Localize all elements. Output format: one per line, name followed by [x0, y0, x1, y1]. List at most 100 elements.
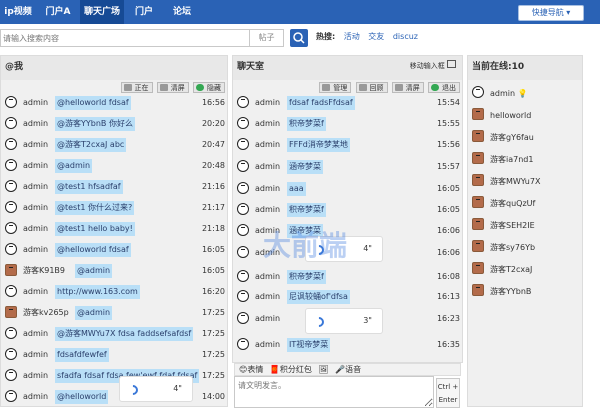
nav-item-portal[interactable]: 门户 [124, 0, 164, 24]
avatar[interactable] [5, 96, 17, 108]
user-name[interactable]: admin [255, 138, 280, 152]
online-user[interactable]: 游客MWYu7X [472, 172, 582, 192]
mentions-tool-hide[interactable]: 隐藏 [193, 82, 225, 93]
nav-item-chat-square[interactable]: 聊天广场 [80, 0, 124, 24]
hot-link-activity[interactable]: 活动 [344, 32, 360, 41]
avatar[interactable] [237, 270, 249, 282]
avatar[interactable] [237, 312, 249, 324]
avatar[interactable] [237, 338, 249, 350]
online-user[interactable]: 游客T2cxaJ [472, 260, 582, 280]
avatar[interactable] [5, 285, 17, 297]
chat-tool-review[interactable]: 回顾 [355, 82, 388, 93]
user-name[interactable]: admin [23, 285, 48, 299]
mentions-tool-clear[interactable]: 清屏 [156, 82, 189, 93]
avatar[interactable] [237, 290, 249, 302]
avatar[interactable] [5, 348, 17, 360]
online-user[interactable]: 游客quQzUf [472, 194, 582, 214]
avatar[interactable] [5, 117, 17, 129]
avatar[interactable] [5, 138, 17, 150]
avatar[interactable] [5, 159, 17, 171]
nav-item-forum[interactable]: 论坛 [164, 0, 200, 24]
online-user[interactable]: 游客SEH2IE [472, 216, 582, 236]
avatar[interactable] [5, 390, 17, 402]
mention-row: admin @游客YYbnB 你好么 20:20 [5, 117, 227, 131]
user-name[interactable]: 游客kv265p [23, 306, 69, 320]
chat-tool-exit[interactable]: 退出 [428, 82, 460, 93]
avatar[interactable] [237, 182, 249, 194]
avatar[interactable] [237, 203, 249, 215]
online-user[interactable]: 游客YYbnB [472, 282, 582, 302]
online-user[interactable]: 游客gY6fau [472, 128, 582, 148]
online-user[interactable]: admin 💡 [472, 84, 582, 104]
user-name[interactable]: admin [23, 348, 48, 362]
online-user[interactable]: 游客ia7nd1 [472, 150, 582, 170]
mention-row: admin @helloworld fdsaf 16:05 [5, 243, 227, 257]
quick-nav-button[interactable]: 快捷导航 ▾ [518, 5, 584, 21]
chat-voice-message-2[interactable]: 3" [305, 308, 383, 334]
user-name[interactable]: admin [23, 138, 48, 152]
user-name[interactable]: admin [23, 96, 48, 110]
voice-button[interactable]: 🎤语音 [335, 365, 361, 374]
avatar[interactable] [237, 138, 249, 150]
user-name[interactable]: admin [255, 96, 280, 110]
message-time: 16:35 [436, 340, 460, 349]
user-name[interactable]: admin [23, 201, 48, 215]
avatar[interactable] [237, 96, 249, 108]
red-packet-button[interactable]: 🧧积分红包 [270, 365, 312, 374]
send-button[interactable]: Ctrl + Enter [436, 378, 460, 408]
search-input[interactable] [0, 29, 250, 47]
mentions-tool-active[interactable]: 正在 [120, 82, 153, 93]
user-name[interactable]: admin [255, 160, 280, 174]
online-user[interactable]: helloworld [472, 106, 582, 126]
online-user[interactable]: 游客sy76Yb [472, 238, 582, 258]
user-name[interactable]: admin [23, 117, 48, 131]
message-text: @游客YYbnB 你好么 [55, 117, 135, 131]
user-name[interactable]: admin [255, 312, 280, 326]
user-name[interactable]: admin [23, 369, 48, 383]
user-name[interactable]: admin [255, 203, 280, 217]
nav-item-portal-a[interactable]: 门户A [36, 0, 80, 24]
message-time: 20:47 [201, 140, 225, 149]
user-name[interactable]: admin [23, 222, 48, 236]
avatar[interactable] [5, 369, 17, 381]
avatar[interactable] [5, 306, 17, 318]
avatar[interactable] [5, 180, 17, 192]
user-name[interactable]: admin [23, 327, 48, 341]
online-user-name: 游客T2cxaJ [490, 265, 533, 274]
emoji-button[interactable]: 😊表情 [239, 365, 263, 374]
avatar[interactable] [237, 246, 249, 258]
image-button[interactable]: 🖼 [318, 365, 328, 374]
chat-tool-manage[interactable]: 管理 [319, 82, 352, 93]
voice-icon [125, 382, 141, 398]
search-type-select[interactable]: 帖子 [250, 29, 284, 47]
user-name[interactable]: 游客K91B9 [23, 264, 65, 278]
user-name[interactable]: admin [23, 180, 48, 194]
avatar[interactable] [5, 264, 17, 276]
avatar[interactable] [237, 160, 249, 172]
message-text: fdsafdfewfef [55, 348, 109, 362]
user-name[interactable]: admin [23, 159, 48, 173]
avatar[interactable] [237, 117, 249, 129]
avatar[interactable] [5, 222, 17, 234]
voice-message[interactable]: 4" [119, 376, 193, 402]
user-name[interactable]: admin [255, 182, 280, 196]
search-button[interactable] [290, 29, 308, 47]
message-text: @test1 你什么过来? [55, 201, 135, 215]
user-name[interactable]: admin [255, 117, 280, 131]
user-name[interactable]: admin [255, 290, 280, 304]
user-name[interactable]: admin [255, 338, 280, 352]
avatar[interactable] [237, 224, 249, 236]
move-input-hint[interactable]: 移动输入框 [410, 60, 456, 71]
avatar[interactable] [5, 201, 17, 213]
chat-tool-clear[interactable]: 清屏 [391, 82, 424, 93]
user-name[interactable]: admin [23, 243, 48, 257]
user-name[interactable]: admin [23, 390, 48, 404]
voice-duration: 4" [363, 244, 372, 253]
nav-item-ip-video[interactable]: ip视频 [0, 0, 36, 24]
hot-link-dating[interactable]: 交友 [368, 32, 384, 41]
chat-message-input[interactable] [234, 376, 434, 408]
avatar[interactable] [5, 243, 17, 255]
hot-link-discuz[interactable]: discuz [393, 32, 418, 41]
user-name[interactable]: admin [255, 270, 280, 284]
avatar[interactable] [5, 327, 17, 339]
